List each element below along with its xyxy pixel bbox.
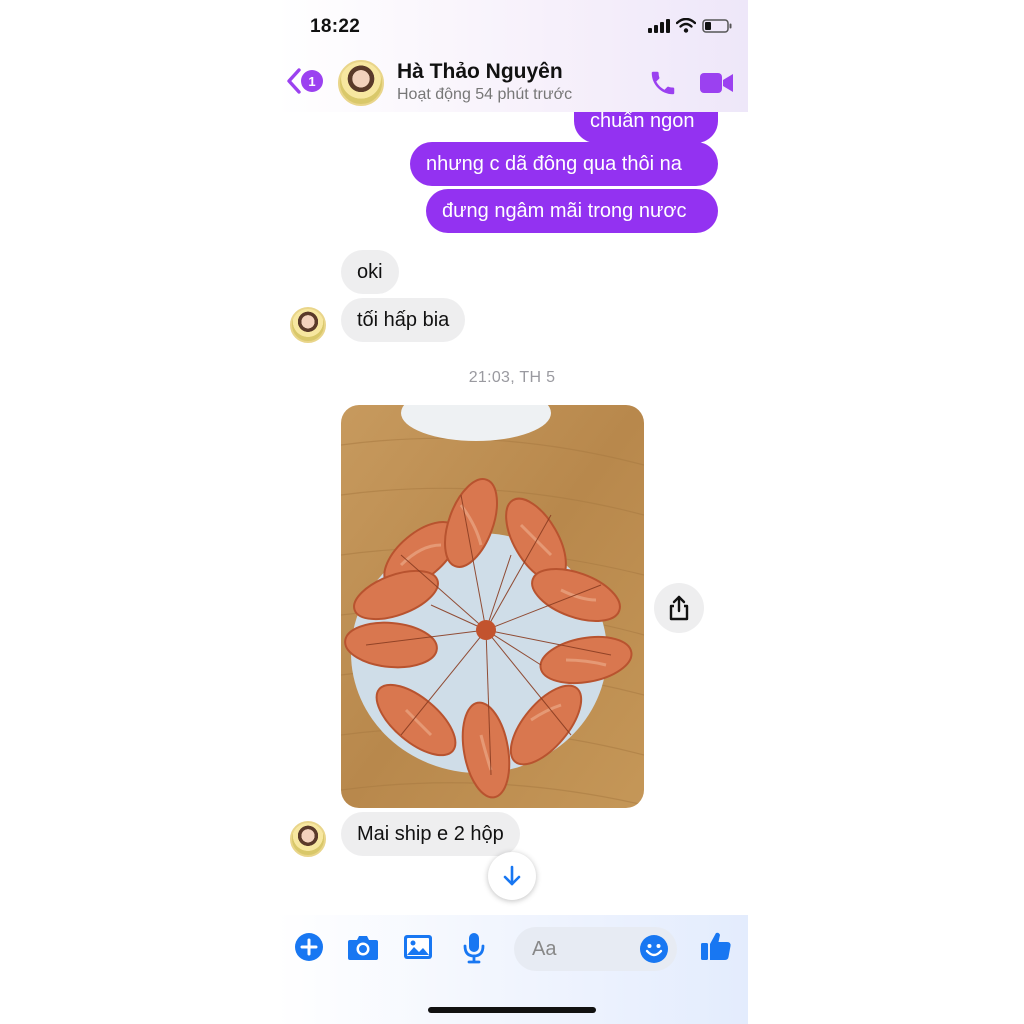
- message-composer: Aa: [276, 915, 748, 1024]
- plus-circle-icon: [295, 933, 323, 961]
- camera-icon: [348, 936, 378, 960]
- signal-icon: [648, 18, 670, 33]
- contact-avatar[interactable]: [338, 60, 384, 106]
- share-icon: [669, 595, 689, 621]
- message-input[interactable]: Aa: [514, 927, 677, 971]
- voice-call-button[interactable]: [648, 68, 678, 103]
- message-incoming[interactable]: oki: [341, 250, 399, 294]
- message-outgoing[interactable]: đưng ngâm mãi trong nươc: [426, 189, 718, 233]
- chevron-left-icon: [287, 68, 301, 94]
- status-time: 18:22: [310, 16, 361, 37]
- gallery-button[interactable]: [403, 932, 433, 967]
- status-icons: [648, 18, 732, 33]
- image-icon: [404, 935, 432, 959]
- thumbs-up-icon: [701, 932, 731, 960]
- video-call-button[interactable]: [700, 70, 734, 101]
- message-outgoing[interactable]: nhưng c dã đông qua thôi na: [410, 142, 718, 186]
- share-button[interactable]: [654, 583, 704, 633]
- messenger-screen: 18:22 1 Hà Thảo Nguyên Hoạt động 54 phút…: [276, 0, 748, 1024]
- contact-name[interactable]: Hà Thảo Nguyên: [397, 60, 563, 84]
- shrimp-photo[interactable]: [341, 405, 644, 808]
- home-indicator: [428, 1007, 596, 1013]
- sender-avatar[interactable]: [290, 821, 326, 857]
- scroll-to-bottom-button[interactable]: [488, 852, 536, 900]
- back-button[interactable]: 1: [286, 67, 323, 95]
- video-camera-icon: [700, 73, 733, 93]
- microphone-icon: [463, 933, 485, 964]
- unread-count-badge: 1: [301, 70, 323, 92]
- camera-button[interactable]: [347, 932, 379, 967]
- active-status: Hoạt động 54 phút trước: [397, 86, 573, 103]
- photo-image: [341, 405, 644, 808]
- message-incoming[interactable]: Mai ship e 2 hộp: [341, 812, 520, 856]
- emoji-icon[interactable]: [639, 934, 669, 964]
- add-button[interactable]: [294, 932, 324, 967]
- sender-avatar[interactable]: [290, 307, 326, 343]
- like-button[interactable]: [700, 930, 732, 967]
- wifi-icon: [676, 18, 696, 33]
- voice-message-button[interactable]: [462, 932, 486, 969]
- phone-icon: [651, 71, 675, 95]
- message-input-placeholder: Aa: [532, 938, 557, 960]
- arrow-down-icon: [503, 865, 521, 886]
- message-incoming[interactable]: tối hấp bia: [341, 298, 466, 342]
- battery-icon: [702, 18, 732, 33]
- message-timestamp: 21:03, TH 5: [468, 369, 556, 386]
- chat-header: 18:22 1 Hà Thảo Nguyên Hoạt động 54 phút…: [276, 0, 748, 112]
